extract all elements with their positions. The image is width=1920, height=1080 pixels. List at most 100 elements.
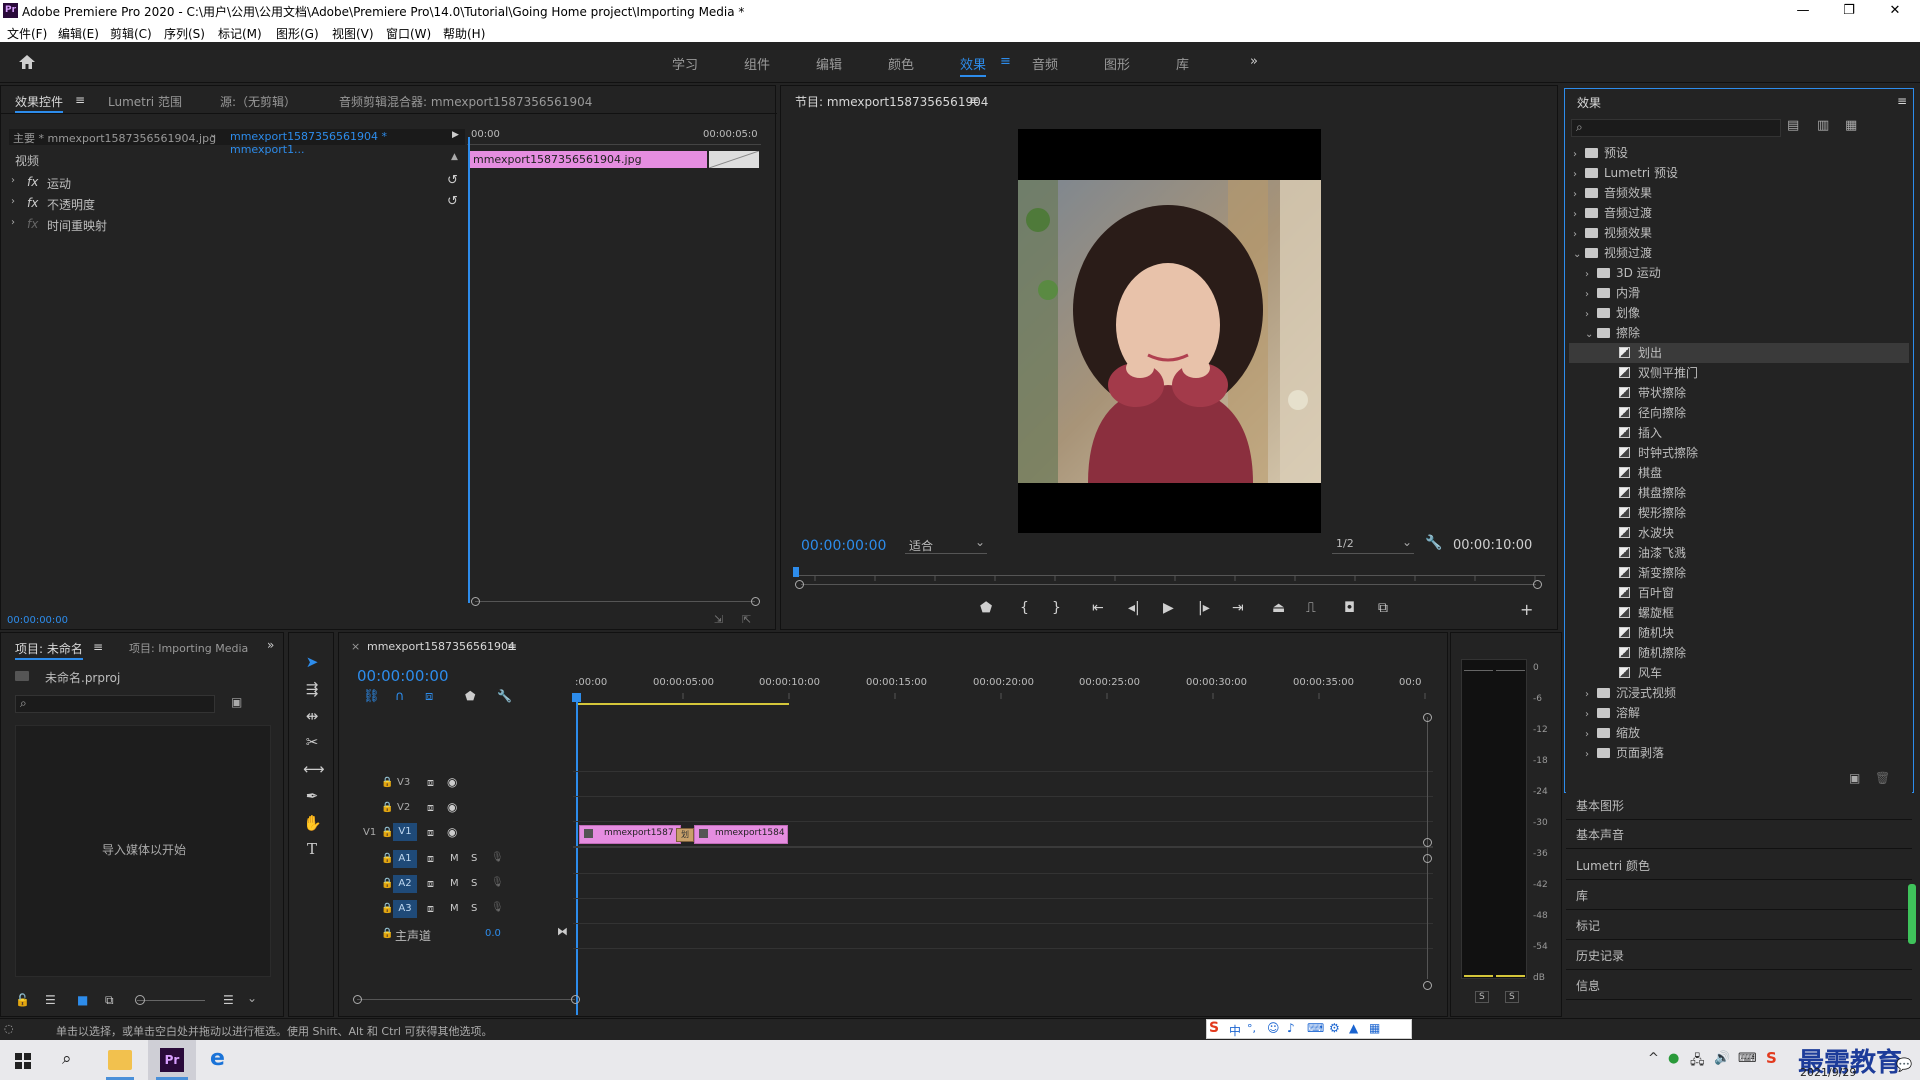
lock-track-icon[interactable]: 🔒: [381, 928, 393, 939]
property-time-remap[interactable]: › fx 时间重映射: [9, 215, 465, 235]
razor-tool-icon[interactable]: ✂: [303, 733, 321, 751]
effects-search-input[interactable]: ⌕: [1571, 119, 1781, 137]
trash-icon[interactable]: 🗑: [1875, 771, 1890, 785]
chevron-right-icon[interactable]: ›: [1585, 725, 1597, 745]
effects-folder[interactable]: › 音频效果: [1569, 183, 1909, 203]
timeline-clip-2[interactable]: mmexport1584: [694, 825, 788, 844]
32bit-effects-icon[interactable]: ▥: [1817, 118, 1829, 133]
sequence-menu-icon[interactable]: ≡: [507, 640, 517, 654]
program-zoom-bar[interactable]: [801, 584, 1536, 585]
tab-source[interactable]: 源:（无剪辑）: [220, 93, 296, 110]
transition-block[interactable]: 划: [676, 828, 694, 842]
effects-panel-title[interactable]: 效果: [1577, 94, 1601, 111]
mic-icon[interactable]: 🎙: [491, 902, 504, 913]
menu-file[interactable]: 文件(F): [7, 25, 47, 42]
tab-project-importing-media[interactable]: 项目: Importing Media: [129, 640, 248, 656]
freeform-view-icon[interactable]: ⧉: [105, 993, 114, 1008]
notification-icon[interactable]: 💬: [1896, 1058, 1912, 1073]
panel-overflow-icon[interactable]: »: [267, 638, 274, 652]
workspace-audio[interactable]: 音频: [1032, 54, 1058, 73]
chevron-right-icon[interactable]: ›: [1585, 705, 1597, 725]
thumb-size-slider[interactable]: [137, 1000, 205, 1001]
chevron-right-icon[interactable]: ›: [1573, 225, 1585, 245]
solo-button[interactable]: S: [471, 853, 477, 864]
program-video-frame[interactable]: [1018, 129, 1321, 533]
effect-item[interactable]: 水波块: [1569, 523, 1909, 543]
effect-item[interactable]: 螺旋框: [1569, 603, 1909, 623]
project-search-input[interactable]: ⌕: [15, 695, 215, 713]
windows-start-icon[interactable]: [15, 1053, 31, 1069]
snap-magnet-icon[interactable]: ∩: [395, 689, 405, 704]
program-zoom-handle-right[interactable]: [1533, 580, 1542, 589]
project-media-area[interactable]: 导入媒体以开始: [15, 725, 271, 977]
home-icon[interactable]: [18, 54, 36, 70]
track-select-tool-icon[interactable]: ⇶: [303, 680, 321, 698]
effect-item[interactable]: 楔形擦除: [1569, 503, 1909, 523]
mute-button[interactable]: M: [450, 878, 459, 889]
workspace-libraries[interactable]: 库: [1176, 54, 1189, 73]
work-area-bar[interactable]: [577, 703, 789, 705]
close-button[interactable]: ✕: [1872, 0, 1918, 22]
panel-info[interactable]: 信息: [1566, 972, 1912, 1000]
edge-browser-icon[interactable]: e: [210, 1046, 225, 1071]
source-patch-v1[interactable]: V1: [363, 827, 376, 838]
effects-folder[interactable]: › 音频过渡: [1569, 203, 1909, 223]
project-menu-icon[interactable]: ≡: [93, 640, 103, 654]
sync-lock-icon[interactable]: ⧈: [427, 776, 434, 790]
lock-track-icon[interactable]: 🔒: [381, 853, 393, 864]
chevron-right-icon[interactable]: ›: [1585, 305, 1597, 325]
program-monitor-title[interactable]: 节目: mmexport1587356561904: [795, 93, 988, 110]
slip-tool-icon[interactable]: ⟷: [303, 760, 325, 778]
master-clip-label[interactable]: 主要 * mmexport1587356561904.jpg: [13, 130, 216, 146]
solo-button[interactable]: S: [471, 878, 477, 889]
effect-item[interactable]: 随机擦除: [1569, 643, 1909, 663]
icon-view-icon[interactable]: ■: [77, 993, 88, 1007]
effects-folder[interactable]: › 页面剥落: [1569, 743, 1909, 763]
reset-icon[interactable]: ↺: [447, 173, 458, 188]
effect-item[interactable]: 径向擦除: [1569, 403, 1909, 423]
timeline-timecode[interactable]: 00:00:00:00: [357, 667, 449, 685]
chevron-down-icon[interactable]: ⌄: [1585, 325, 1597, 345]
sync-lock-icon[interactable]: ⧈: [427, 902, 434, 916]
program-zoom-handle-left[interactable]: [795, 580, 804, 589]
maximize-button[interactable]: ❐: [1826, 0, 1872, 22]
workspace-more-button[interactable]: »: [1250, 54, 1258, 69]
list-view-icon[interactable]: ☰: [45, 993, 56, 1007]
workspace-editing[interactable]: 编辑: [816, 54, 842, 73]
track-target-a3[interactable]: A3: [393, 900, 417, 918]
effect-item[interactable]: 棋盘擦除: [1569, 483, 1909, 503]
chevron-right-icon[interactable]: ›: [1573, 205, 1585, 225]
expand-chevron-icon[interactable]: ›: [11, 217, 23, 228]
effects-folder[interactable]: › 划像: [1569, 303, 1909, 323]
effects-menu-icon[interactable]: ≡: [1897, 94, 1907, 108]
program-playhead[interactable]: [793, 567, 799, 577]
effect-item[interactable]: 渐变擦除: [1569, 563, 1909, 583]
menu-sequence[interactable]: 序列(S): [164, 25, 205, 42]
effects-folder[interactable]: › 预设: [1569, 143, 1909, 163]
ec-clip-bar[interactable]: mmexport1587356561904.jpg: [469, 151, 707, 168]
panel-history[interactable]: 历史记录: [1566, 942, 1912, 970]
minimize-button[interactable]: —: [1780, 0, 1826, 22]
go-to-out-icon[interactable]: ⇥: [1232, 600, 1244, 616]
ripple-edit-tool-icon[interactable]: ⇹: [303, 707, 321, 725]
add-marker-icon[interactable]: ⬟: [465, 689, 475, 703]
collapse-up-icon[interactable]: ▲: [451, 152, 458, 162]
effects-folder[interactable]: › 内滑: [1569, 283, 1909, 303]
master-volume-value[interactable]: 0.0: [485, 928, 501, 939]
v-zoom-handle[interactable]: [1423, 713, 1432, 722]
tab-audio-clip-mixer[interactable]: 音频剪辑混合器: mmexport1587356561904: [339, 93, 592, 110]
input-method-icon[interactable]: ⌨: [1738, 1051, 1757, 1066]
add-button-icon[interactable]: +: [1520, 600, 1533, 619]
meter-solo-button[interactable]: S: [1475, 991, 1489, 1003]
effect-item[interactable]: 插入: [1569, 423, 1909, 443]
toolbox-icon[interactable]: ⚙: [1329, 1021, 1340, 1035]
chevron-right-icon[interactable]: ›: [1585, 685, 1597, 705]
new-bin-icon[interactable]: ▣: [231, 695, 242, 709]
sync-lock-icon[interactable]: ⧈: [427, 826, 434, 840]
tray-app-icon[interactable]: ●: [1668, 1051, 1679, 1066]
effect-item[interactable]: 双侧平推门: [1569, 363, 1909, 383]
effects-folder[interactable]: ⌄ 擦除: [1569, 323, 1909, 343]
extract-icon[interactable]: ⎍: [1306, 600, 1316, 616]
track-target-a1[interactable]: A1: [393, 850, 417, 868]
volume-icon[interactable]: 🔊: [1714, 1051, 1730, 1066]
